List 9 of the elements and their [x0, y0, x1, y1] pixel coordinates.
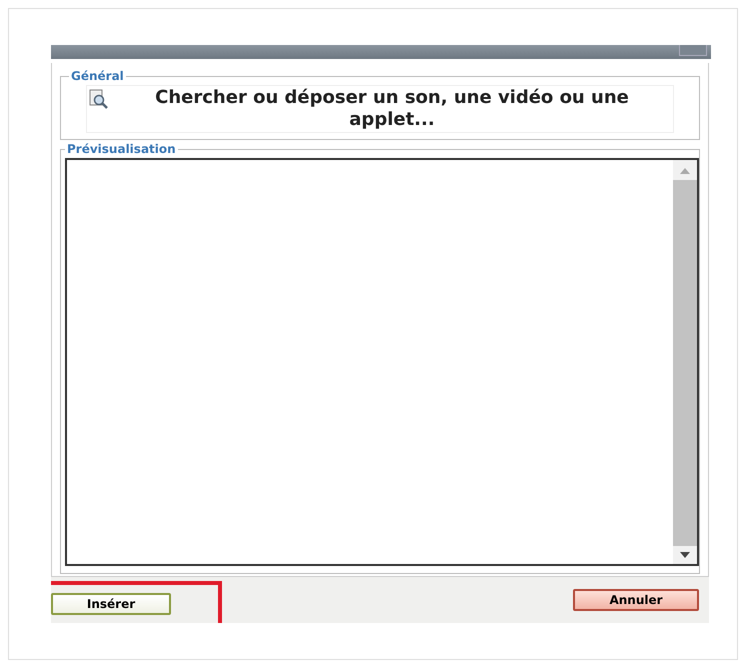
section-legend: Général — [69, 69, 126, 83]
scroll-up-icon[interactable] — [680, 168, 690, 174]
magnifier-icon — [89, 89, 109, 109]
close-button[interactable] — [679, 45, 707, 56]
section-legend: Prévisualisation — [65, 142, 178, 156]
cancel-button[interactable]: Annuler — [573, 589, 699, 611]
scroll-down-icon[interactable] — [680, 552, 690, 558]
insert-button[interactable]: Insérer — [51, 593, 171, 615]
browse-media-button[interactable]: Chercher ou déposer un son, une vidéo ou une applet... — [86, 85, 674, 133]
